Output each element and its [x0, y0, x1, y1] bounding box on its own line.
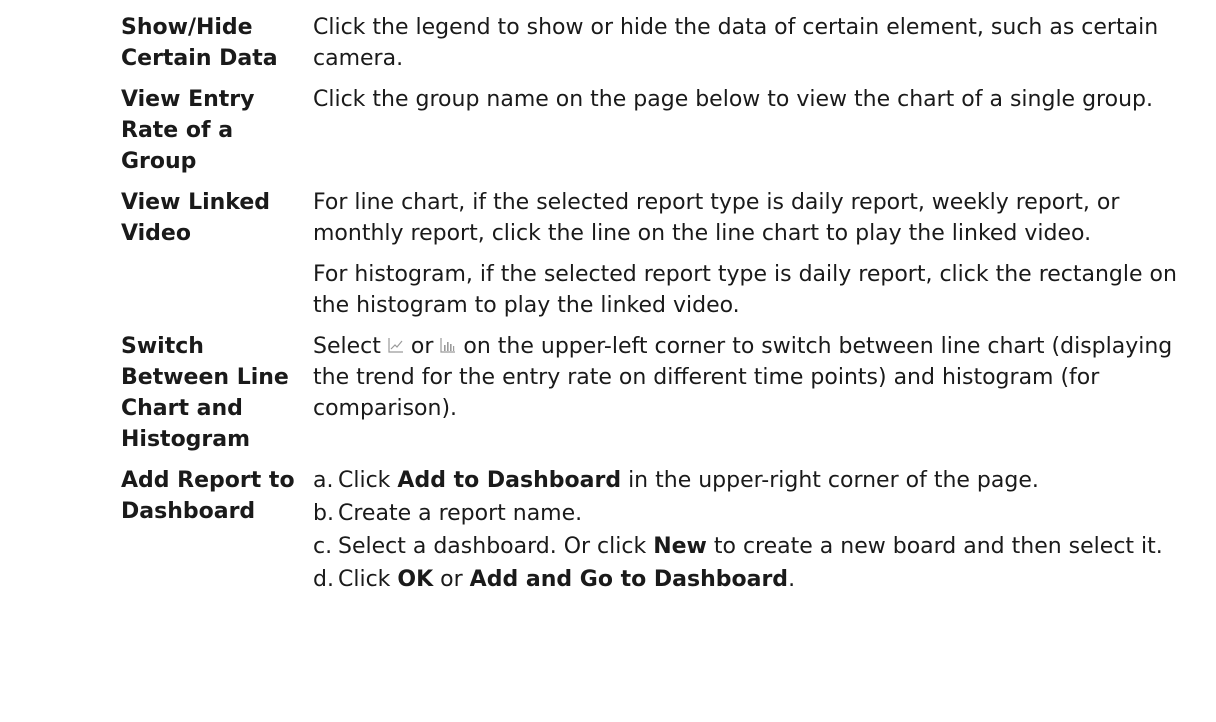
- step-text-part: Create a report name.: [338, 501, 583, 526]
- step-bold-text: Add to Dashboard: [397, 468, 622, 493]
- step-marker: a.: [313, 468, 334, 493]
- step-bold-text: New: [653, 534, 707, 559]
- step-text: Click OK or Add and Go to Dashboard.: [338, 564, 795, 595]
- description-text: Click the legend to show or hide the dat…: [313, 15, 1159, 71]
- row-description: Click the legend to show or hide the dat…: [313, 12, 1201, 74]
- table-row-switch-chart: Switch Between Line Chart and Histogram …: [121, 331, 1201, 465]
- list-item: d. Click OK or Add and Go to Dashboard.: [313, 564, 1201, 595]
- row-term: View Entry Rate of a Group: [121, 87, 255, 174]
- description-text: For histogram, if the selected report ty…: [313, 262, 1177, 318]
- row-term: Show/Hide Certain Data: [121, 15, 278, 71]
- step-text-part: .: [788, 567, 796, 592]
- row-description: Select or on the upper-left corner to sw…: [313, 331, 1201, 424]
- list-item: b. Create a report name.: [313, 498, 1201, 529]
- step-bold-text: OK: [397, 567, 434, 592]
- step-text: Select a dashboard. Or click New to crea…: [338, 531, 1163, 562]
- step-text-part: or: [433, 567, 470, 592]
- steps-list: a. Click Add to Dashboard in the upper-r…: [313, 465, 1201, 595]
- step-marker: b.: [313, 501, 334, 526]
- select-word: Select: [313, 334, 381, 359]
- row-description: For line chart, if the selected report t…: [313, 187, 1201, 321]
- step-marker: c.: [313, 534, 333, 559]
- row-term: Switch Between Line Chart and Histogram: [121, 334, 289, 452]
- table-row-linked-video: View Linked Video For line chart, if the…: [121, 187, 1201, 331]
- step-text-part: to create a new board and then select it…: [706, 534, 1163, 559]
- row-term: Add Report to Dashboard: [121, 468, 295, 524]
- table-row-group-entry-rate: View Entry Rate of a Group Click the gro…: [121, 84, 1201, 187]
- step-marker: d.: [313, 567, 334, 592]
- list-item: a. Click Add to Dashboard in the upper-r…: [313, 465, 1201, 496]
- description-text: For line chart, if the selected report t…: [313, 190, 1120, 246]
- or-word: or: [410, 334, 434, 359]
- histogram-icon: [440, 338, 456, 353]
- description-text: Click the group name on the page below t…: [313, 87, 1153, 112]
- step-text-part: in the upper-right corner of the page.: [621, 468, 1039, 493]
- line-chart-icon: [388, 338, 403, 353]
- step-text-part: Click: [338, 567, 398, 592]
- table-row-add-report: Add Report to Dashboard a. Click Add to …: [121, 465, 1201, 607]
- row-description: Click the group name on the page below t…: [313, 84, 1201, 115]
- description-text: Select or on the upper-left corner to sw…: [313, 331, 1201, 424]
- step-bold-text: Add and Go to Dashboard: [469, 567, 789, 592]
- operations-table: Show/Hide Certain Data Click the legend …: [121, 12, 1201, 607]
- row-description: a. Click Add to Dashboard in the upper-r…: [313, 465, 1201, 597]
- step-text-part: Click: [338, 468, 398, 493]
- table-row-show-hide: Show/Hide Certain Data Click the legend …: [121, 12, 1201, 84]
- row-term: View Linked Video: [121, 190, 271, 246]
- step-text: Create a report name.: [338, 498, 582, 529]
- step-text: Click Add to Dashboard in the upper-righ…: [338, 465, 1039, 496]
- list-item: c. Select a dashboard. Or click New to c…: [313, 531, 1201, 562]
- step-text-part: Select a dashboard. Or click: [338, 534, 654, 559]
